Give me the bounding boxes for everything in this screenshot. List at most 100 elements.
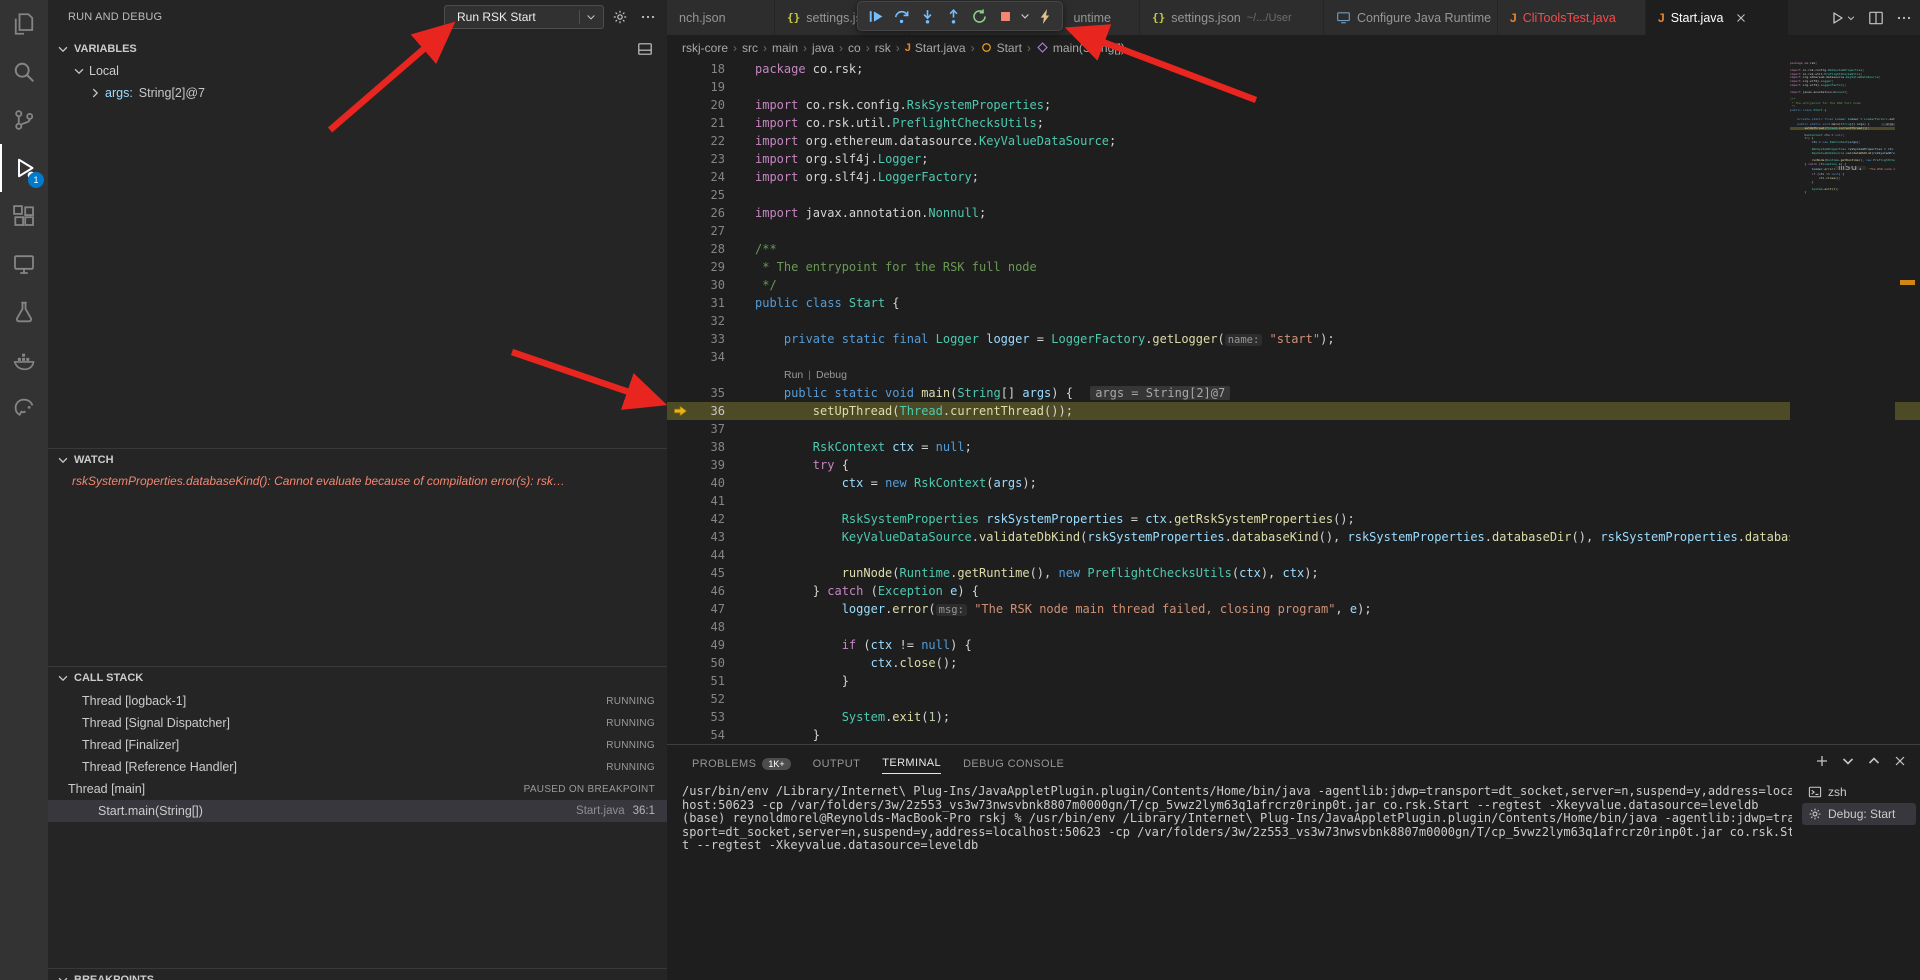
- watch-section-header[interactable]: WATCH: [48, 448, 667, 470]
- panel-tab-debug-console[interactable]: DEBUG CONSOLE: [963, 752, 1064, 774]
- chevron-up-icon[interactable]: [1866, 753, 1882, 769]
- gutter-cell[interactable]: 51: [667, 672, 755, 690]
- terminal-output[interactable]: /usr/bin/env /Library/Internet\ Plug-Ins…: [682, 785, 1792, 975]
- chevron-down-icon[interactable]: [1018, 3, 1032, 29]
- source-control-icon[interactable]: [0, 96, 48, 144]
- gutter-cell[interactable]: 41: [667, 492, 755, 510]
- run-debug-icon[interactable]: 1: [0, 144, 48, 192]
- breadcrumb-item-start-java[interactable]: JStart.java: [905, 41, 966, 55]
- chevron-down-icon[interactable]: [585, 11, 597, 23]
- restart-icon[interactable]: [966, 3, 992, 29]
- breadcrumb-item-rskj-core[interactable]: rskj-core: [682, 41, 728, 55]
- panel-layout-icon[interactable]: [637, 41, 653, 57]
- gutter-cell[interactable]: 21: [667, 114, 755, 132]
- gutter-cell[interactable]: 26: [667, 204, 755, 222]
- call-stack-section-header[interactable]: CALL STACK: [48, 666, 667, 688]
- gutter-cell[interactable]: 45: [667, 564, 755, 582]
- code-lens-debug-link[interactable]: Debug: [816, 369, 847, 381]
- code-lens-run-link[interactable]: Run: [784, 369, 803, 381]
- chevron-down-icon[interactable]: [1840, 753, 1856, 769]
- call-stack-thread[interactable]: Thread [Finalizer]RUNNING: [48, 734, 667, 756]
- step-over-icon[interactable]: [888, 3, 914, 29]
- breadcrumb-item-java[interactable]: java: [812, 41, 834, 55]
- gutter-cell[interactable]: 38: [667, 438, 755, 456]
- docker-icon[interactable]: [0, 336, 48, 384]
- testing-icon[interactable]: [0, 288, 48, 336]
- tab-clitoolstest-java[interactable]: JCliToolsTest.java: [1498, 0, 1646, 35]
- breadcrumb-item-main[interactable]: main: [772, 41, 798, 55]
- gutter-cell[interactable]: 42: [667, 510, 755, 528]
- gear-icon[interactable]: [612, 9, 628, 25]
- call-stack-thread[interactable]: Thread [main]PAUSED ON BREAKPOINT: [48, 778, 667, 800]
- gutter-cell[interactable]: 46: [667, 582, 755, 600]
- gutter-cell[interactable]: 24: [667, 168, 755, 186]
- continue-icon[interactable]: [862, 3, 888, 29]
- stop-icon[interactable]: [992, 3, 1018, 29]
- breadcrumb-item-main-string-[interactable]: main(String[]): [1036, 41, 1125, 55]
- remote-explorer-icon[interactable]: [0, 240, 48, 288]
- watch-expression[interactable]: rskSystemProperties.databaseKind(): Cann…: [48, 470, 667, 492]
- search-icon[interactable]: [0, 48, 48, 96]
- call-stack-thread[interactable]: Thread [Reference Handler]RUNNING: [48, 756, 667, 778]
- gutter-cell[interactable]: 28: [667, 240, 755, 258]
- call-stack-thread[interactable]: Thread [Signal Dispatcher]RUNNING: [48, 712, 667, 734]
- gutter-cell[interactable]: 23: [667, 150, 755, 168]
- gutter-cell[interactable]: 39: [667, 456, 755, 474]
- step-out-icon[interactable]: [940, 3, 966, 29]
- variables-section-header[interactable]: VARIABLES: [48, 38, 667, 60]
- hot-code-replace-icon[interactable]: [1032, 3, 1058, 29]
- gutter-cell[interactable]: 53: [667, 708, 755, 726]
- overview-ruler[interactable]: [1895, 60, 1920, 744]
- more-actions-icon[interactable]: [1896, 10, 1912, 26]
- tab-settings-json[interactable]: {}settings.json~/.../User: [1140, 0, 1324, 35]
- minimap[interactable]: package co.rsk;import co.rsk.config.RskS…: [1790, 60, 1895, 744]
- gutter-cell[interactable]: 30: [667, 276, 755, 294]
- gutter-cell[interactable]: [667, 366, 755, 384]
- gutter-cell[interactable]: 54: [667, 726, 755, 744]
- tab-start-java[interactable]: JStart.java: [1646, 0, 1789, 35]
- gutter-cell[interactable]: 32: [667, 312, 755, 330]
- chevron-right-icon[interactable]: [88, 86, 102, 100]
- gutter-cell[interactable]: 19: [667, 78, 755, 96]
- gutter-cell[interactable]: 22: [667, 132, 755, 150]
- gutter-cell[interactable]: 43: [667, 528, 755, 546]
- breadcrumb-item-rsk[interactable]: rsk: [875, 41, 891, 55]
- call-stack-thread[interactable]: Thread [logback-1]RUNNING: [48, 690, 667, 712]
- more-actions-icon[interactable]: [640, 9, 656, 25]
- breadcrumb-item-start[interactable]: Start: [980, 41, 1022, 55]
- gradle-icon[interactable]: [0, 384, 48, 432]
- plus-icon[interactable]: [1814, 753, 1830, 769]
- gutter-cell[interactable]: 35: [667, 384, 755, 402]
- panel-tab-output[interactable]: OUTPUT: [813, 752, 861, 774]
- extensions-icon[interactable]: [0, 192, 48, 240]
- variable-args[interactable]: args: String[2]@7: [48, 82, 667, 104]
- gutter-cell[interactable]: 34: [667, 348, 755, 366]
- gutter-cell[interactable]: 25: [667, 186, 755, 204]
- gutter-cell[interactable]: 37: [667, 420, 755, 438]
- stack-frame-selected[interactable]: Start.main(String[]) Start.java 36:1: [48, 800, 667, 822]
- terminal-session-debug-start[interactable]: Debug: Start: [1802, 803, 1916, 825]
- step-into-icon[interactable]: [914, 3, 940, 29]
- tab-configure-java-runtime[interactable]: Configure Java Runtime: [1324, 0, 1498, 35]
- terminal-session-zsh[interactable]: zsh: [1802, 781, 1916, 803]
- close-icon[interactable]: [1734, 11, 1748, 25]
- tab-nch-json[interactable]: nch.json: [667, 0, 775, 35]
- gutter-cell[interactable]: 31: [667, 294, 755, 312]
- gutter-cell[interactable]: 40: [667, 474, 755, 492]
- gutter-cell[interactable]: 36: [667, 402, 755, 420]
- gutter-cell[interactable]: 18: [667, 60, 755, 78]
- breadcrumb-item-src[interactable]: src: [742, 41, 758, 55]
- gutter-cell[interactable]: 33: [667, 330, 755, 348]
- breadcrumb-item-co[interactable]: co: [848, 41, 861, 55]
- run-file-button[interactable]: [1829, 10, 1856, 26]
- close-icon[interactable]: [1892, 753, 1908, 769]
- gutter-cell[interactable]: 27: [667, 222, 755, 240]
- gutter-cell[interactable]: 50: [667, 654, 755, 672]
- variables-scope-local[interactable]: Local: [48, 60, 667, 82]
- gutter-cell[interactable]: 29: [667, 258, 755, 276]
- split-editor-icon[interactable]: [1868, 10, 1884, 26]
- panel-tab-problems[interactable]: PROBLEMS1K+: [692, 752, 791, 774]
- gutter-cell[interactable]: 52: [667, 690, 755, 708]
- gutter-cell[interactable]: 48: [667, 618, 755, 636]
- run-config-dropdown[interactable]: Run RSK Start: [444, 5, 604, 29]
